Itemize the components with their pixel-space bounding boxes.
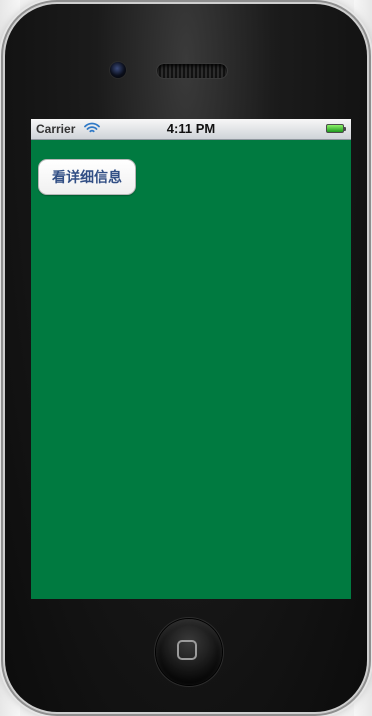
status-bar: Carrier 4:11 PM [31, 119, 351, 140]
iphone-simulator-frame: Carrier 4:11 PM 看详细信息 [5, 4, 367, 712]
battery-icon [326, 124, 346, 133]
front-camera [110, 62, 126, 78]
device-screen: Carrier 4:11 PM 看详细信息 [31, 119, 351, 599]
home-button[interactable] [156, 619, 222, 685]
earpiece-speaker [157, 64, 227, 78]
view-details-button[interactable]: 看详细信息 [38, 159, 136, 195]
home-square-icon [177, 640, 197, 660]
status-time: 4:11 PM [166, 121, 216, 136]
